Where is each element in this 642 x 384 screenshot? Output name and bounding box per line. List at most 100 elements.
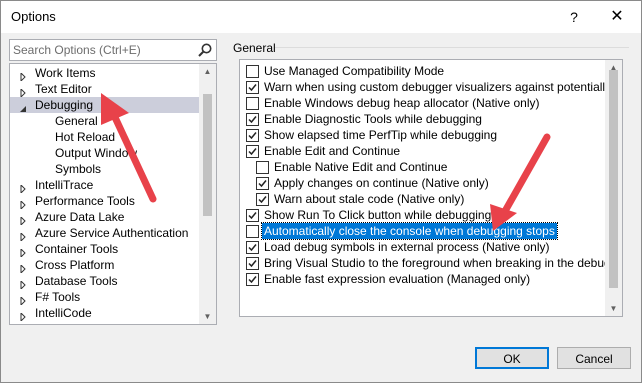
tree-item-label: IntelliTrace	[35, 178, 94, 192]
tree-scroll-thumb[interactable]	[203, 94, 212, 216]
tree-item-label: Azure Data Lake	[35, 210, 125, 224]
option-checkbox[interactable]	[246, 257, 259, 270]
option-label: Enable Edit and Continue	[264, 144, 401, 158]
option-label: Enable Windows debug heap allocator (Nat…	[264, 96, 540, 110]
chevron-down-icon[interactable]	[19, 101, 27, 112]
option-label: Warn about stale code (Native only)	[274, 192, 465, 206]
checkmark-icon	[248, 212, 257, 220]
close-button[interactable]: ✕	[605, 6, 629, 28]
option-label: Use Managed Compatibility Mode	[264, 64, 445, 78]
option-label: Enable fast expression evaluation (Manag…	[264, 272, 531, 286]
search-icon[interactable]	[197, 42, 213, 58]
option-checkbox[interactable]	[246, 273, 259, 286]
option-checkbox[interactable]	[256, 177, 269, 190]
checkmark-icon	[248, 148, 257, 156]
chevron-right-icon[interactable]	[19, 85, 27, 99]
option-label: Warn when using custom debugger visualiz…	[264, 80, 623, 94]
tree-item-label: Performance Tools	[35, 194, 135, 208]
tree-item[interactable]: Container Tools	[10, 241, 200, 259]
tree-item[interactable]: General	[10, 113, 200, 129]
tree-item[interactable]: Debugging	[10, 97, 200, 113]
tree-item-label: Database Tools	[35, 274, 118, 288]
chevron-right-icon[interactable]	[19, 229, 27, 243]
tree-scrollbar[interactable]: ▲ ▼	[199, 64, 216, 324]
tree-item[interactable]: Azure Service Authentication	[10, 225, 200, 243]
checkmark-icon	[258, 196, 267, 204]
option-label: Automatically close the console when deb…	[261, 222, 558, 240]
chevron-right-icon[interactable]	[19, 69, 27, 83]
option-label: Enable Diagnostic Tools while debugging	[264, 112, 482, 126]
checkmark-icon	[248, 116, 257, 124]
tree-item-label: Symbols	[55, 162, 102, 176]
chevron-right-icon[interactable]	[19, 309, 27, 323]
option-checkbox[interactable]	[246, 97, 259, 110]
option-checkbox[interactable]	[246, 113, 259, 126]
checkmark-icon	[248, 84, 257, 92]
option-label: Apply changes on continue (Native only)	[274, 176, 489, 190]
tree-item[interactable]: Output Window	[10, 145, 200, 161]
ok-button[interactable]: OK	[475, 347, 549, 369]
help-button[interactable]: ?	[563, 6, 585, 28]
tree-item-label: Cross Platform	[35, 258, 115, 272]
tree-item-label: F# Tools	[35, 290, 81, 304]
tree-item[interactable]: Database Tools	[10, 273, 200, 291]
options-list: Enable fast expression evaluation (Manag…	[239, 59, 623, 317]
group-divider	[275, 47, 629, 48]
option-checkbox[interactable]	[246, 241, 259, 254]
tree-item[interactable]: Work Items	[10, 65, 200, 83]
chevron-right-icon[interactable]	[19, 213, 27, 227]
scroll-up-icon[interactable]: ▲	[203, 67, 212, 76]
tree-item-label: Work Items	[35, 66, 96, 80]
tree-item[interactable]: Cross Platform	[10, 257, 200, 275]
tree-item[interactable]: Performance Tools	[10, 193, 200, 211]
option-checkbox[interactable]	[246, 209, 259, 222]
scroll-down-icon[interactable]: ▼	[609, 304, 618, 313]
chevron-right-icon[interactable]	[19, 277, 27, 291]
title-bar: Options ? ✕	[1, 1, 641, 33]
option-checkbox[interactable]	[246, 145, 259, 158]
tree-item-label: Debugging	[35, 98, 94, 112]
tree-item[interactable]: Kubernetes Debugging Tools	[10, 321, 200, 324]
group-label: General	[233, 41, 276, 55]
option-checkbox[interactable]	[246, 81, 259, 94]
scroll-down-icon[interactable]: ▼	[203, 312, 212, 321]
chevron-right-icon[interactable]	[19, 245, 27, 259]
chevron-right-icon[interactable]	[19, 261, 27, 275]
tree-item[interactable]: Hot Reload	[10, 129, 200, 145]
option-checkbox[interactable]	[246, 129, 259, 142]
checkmark-icon	[248, 276, 257, 284]
tree-item-label: Kubernetes Debugging Tools	[35, 321, 189, 324]
tree-item[interactable]: Text Editor	[10, 81, 200, 99]
tree-item[interactable]: IntelliCode	[10, 305, 200, 323]
option-checkbox[interactable]	[256, 193, 269, 206]
chevron-right-icon[interactable]	[19, 181, 27, 195]
option-label: Enable Native Edit and Continue	[274, 160, 448, 174]
tree-item[interactable]: F# Tools	[10, 289, 200, 307]
options-dialog: Options ? ✕ Kubernetes Debugging ToolsIn…	[0, 0, 642, 383]
option-checkbox[interactable]	[256, 161, 269, 174]
option-label: Show Run To Click button while debugging	[264, 208, 492, 222]
tree-item[interactable]: Symbols	[10, 161, 200, 177]
options-tree[interactable]: Kubernetes Debugging ToolsIntelliCode F# …	[9, 63, 217, 325]
options-scrollbar[interactable]: ▲ ▼	[605, 60, 622, 316]
option-checkbox[interactable]	[246, 225, 259, 238]
checkmark-icon	[248, 260, 257, 268]
tree-item-label: General	[55, 114, 98, 128]
chevron-right-icon[interactable]	[19, 197, 27, 211]
option-label: Bring Visual Studio to the foreground wh…	[264, 256, 623, 270]
checkmark-icon	[248, 132, 257, 140]
tree-item-label: Azure Service Authentication	[35, 226, 189, 240]
search-box[interactable]	[9, 39, 217, 61]
search-input[interactable]	[13, 42, 193, 58]
options-scroll-thumb[interactable]	[609, 70, 618, 288]
tree-item-label: Text Editor	[35, 82, 92, 96]
option-checkbox[interactable]	[246, 65, 259, 78]
checkmark-icon	[258, 180, 267, 188]
tree-item[interactable]: IntelliTrace	[10, 177, 200, 195]
tree-item[interactable]: Azure Data Lake	[10, 209, 200, 227]
tree-item-label: Container Tools	[35, 242, 119, 256]
cancel-button[interactable]: Cancel	[557, 347, 631, 369]
window-title: Options	[11, 9, 56, 24]
checkmark-icon	[248, 244, 257, 252]
chevron-right-icon[interactable]	[19, 293, 27, 307]
